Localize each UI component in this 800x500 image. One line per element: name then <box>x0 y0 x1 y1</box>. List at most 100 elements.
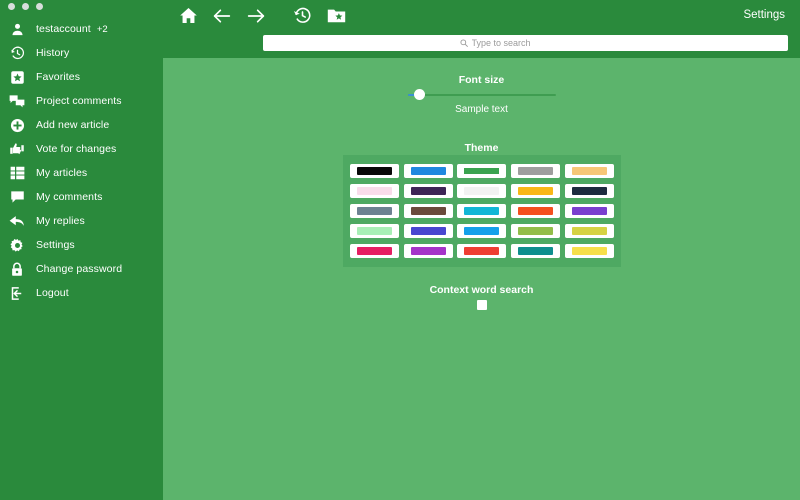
search-input[interactable] <box>471 38 592 48</box>
theme-amber-bar <box>518 187 554 195</box>
sidebar-item-change-password[interactable]: Change password <box>0 257 163 281</box>
search-inner <box>459 34 592 52</box>
sidebar-item-vote-for-changes[interactable]: Vote for changes <box>0 137 163 161</box>
sidebar-item-project-comments[interactable]: Project comments <box>0 89 163 113</box>
theme-orange-red[interactable] <box>511 204 561 218</box>
sidebar-item-my-comments[interactable]: My comments <box>0 185 163 209</box>
theme-navy[interactable] <box>564 184 614 198</box>
plus-circle-icon <box>6 115 28 135</box>
theme-purple-bar <box>410 247 446 255</box>
sidebar-item-label: Settings <box>36 239 75 251</box>
theme-violet-bar <box>571 207 607 215</box>
theme-slate[interactable] <box>350 204 400 218</box>
sidebar-item-my-articles[interactable]: My articles <box>0 161 163 185</box>
sidebar-item-my-replies[interactable]: My replies <box>0 209 163 233</box>
sidebar-item-label: My comments <box>36 191 103 203</box>
theme-sky[interactable] <box>457 224 507 238</box>
comment-bubble-icon <box>6 187 28 207</box>
theme-olive[interactable] <box>511 224 561 238</box>
theme-blue-bar <box>410 167 446 175</box>
slider-thumb[interactable] <box>414 89 425 100</box>
settings-link[interactable]: Settings <box>743 9 785 21</box>
arrow-left-icon <box>212 7 232 28</box>
theme-violet[interactable] <box>564 204 614 218</box>
arrow-right-icon <box>246 7 266 28</box>
nav-toolbar <box>171 2 353 32</box>
sidebar-item-logout[interactable]: Logout <box>0 281 163 305</box>
minimize-dot[interactable] <box>22 3 29 10</box>
theme-blue[interactable] <box>403 164 453 178</box>
logout-icon <box>6 283 28 303</box>
font-size-slider[interactable] <box>408 88 556 102</box>
theme-green[interactable] <box>457 164 507 178</box>
sidebar-item-history[interactable]: History <box>0 41 163 65</box>
theme-teal[interactable] <box>511 244 561 258</box>
theme-swatch-grid <box>343 155 621 267</box>
theme-purple[interactable] <box>403 244 453 258</box>
search-bar[interactable] <box>263 35 788 51</box>
theme-slate-bar <box>357 207 393 215</box>
theme-amber[interactable] <box>511 184 561 198</box>
theme-indigo-bar <box>410 227 446 235</box>
sidebar-item-label: Favorites <box>36 71 81 83</box>
back-button[interactable] <box>205 2 239 32</box>
theme-magenta-bar <box>357 247 393 255</box>
sidebar-item-add-new-article[interactable]: Add new article <box>0 113 163 137</box>
theme-white-bar <box>464 187 500 195</box>
window-controls <box>8 3 43 10</box>
slider-track[interactable] <box>408 94 556 96</box>
history-clock-icon <box>293 6 312 28</box>
account-badge: +2 <box>96 23 108 35</box>
theme-mint[interactable] <box>350 224 400 238</box>
theme-green-bar <box>462 166 502 176</box>
sidebar-item-account[interactable]: testaccount +2 <box>0 17 163 41</box>
theme-cyan-bar <box>464 207 500 215</box>
sample-text: Sample text <box>455 104 508 115</box>
theme-white[interactable] <box>457 184 507 198</box>
lock-icon <box>6 259 28 279</box>
sidebar-item-favorites[interactable]: Favorites <box>0 65 163 89</box>
theme-dark-purple[interactable] <box>403 184 453 198</box>
theme-navy-bar <box>571 187 607 195</box>
theme-black[interactable] <box>350 164 400 178</box>
theme-tan[interactable] <box>564 164 614 178</box>
theme-title: Theme <box>464 142 499 154</box>
theme-pink[interactable] <box>350 184 400 198</box>
theme-brown[interactable] <box>403 204 453 218</box>
sidebar-item-label: Project comments <box>36 95 122 107</box>
forward-button[interactable] <box>239 2 273 32</box>
list-grid-icon <box>6 163 28 183</box>
theme-red[interactable] <box>457 244 507 258</box>
theme-pink-bar <box>357 187 393 195</box>
theme-brown-bar <box>410 207 446 215</box>
history-button[interactable] <box>285 2 319 32</box>
close-dot[interactable] <box>8 3 15 10</box>
search-icon <box>459 34 468 52</box>
thumbs-updown-icon <box>6 139 28 159</box>
header-bar: Settings <box>163 0 800 58</box>
theme-gray[interactable] <box>511 164 561 178</box>
theme-olive-bar <box>518 227 554 235</box>
theme-cyan[interactable] <box>457 204 507 218</box>
theme-magenta[interactable] <box>350 244 400 258</box>
home-button[interactable] <box>171 2 205 32</box>
theme-orange-red-bar <box>518 207 554 215</box>
maximize-dot[interactable] <box>36 3 43 10</box>
context-word-search-checkbox[interactable] <box>477 300 487 310</box>
account-name: testaccount <box>36 23 91 35</box>
history-clock-icon <box>6 43 28 63</box>
home-icon <box>179 6 198 28</box>
sidebar-item-label: My articles <box>36 167 88 179</box>
bookmarks-button[interactable] <box>319 2 353 32</box>
theme-mint-bar <box>357 227 393 235</box>
theme-yellow[interactable] <box>564 244 614 258</box>
sidebar: testaccount +2 History Favorites Project… <box>0 0 163 500</box>
sidebar-item-label: Add new article <box>36 119 110 131</box>
sidebar-item-settings[interactable]: Settings <box>0 233 163 257</box>
theme-dark-purple-bar <box>410 187 446 195</box>
theme-indigo[interactable] <box>403 224 453 238</box>
theme-yellow-green[interactable] <box>564 224 614 238</box>
comments-icon <box>6 91 28 111</box>
theme-sky-bar <box>464 227 500 235</box>
theme-tan-bar <box>571 167 607 175</box>
